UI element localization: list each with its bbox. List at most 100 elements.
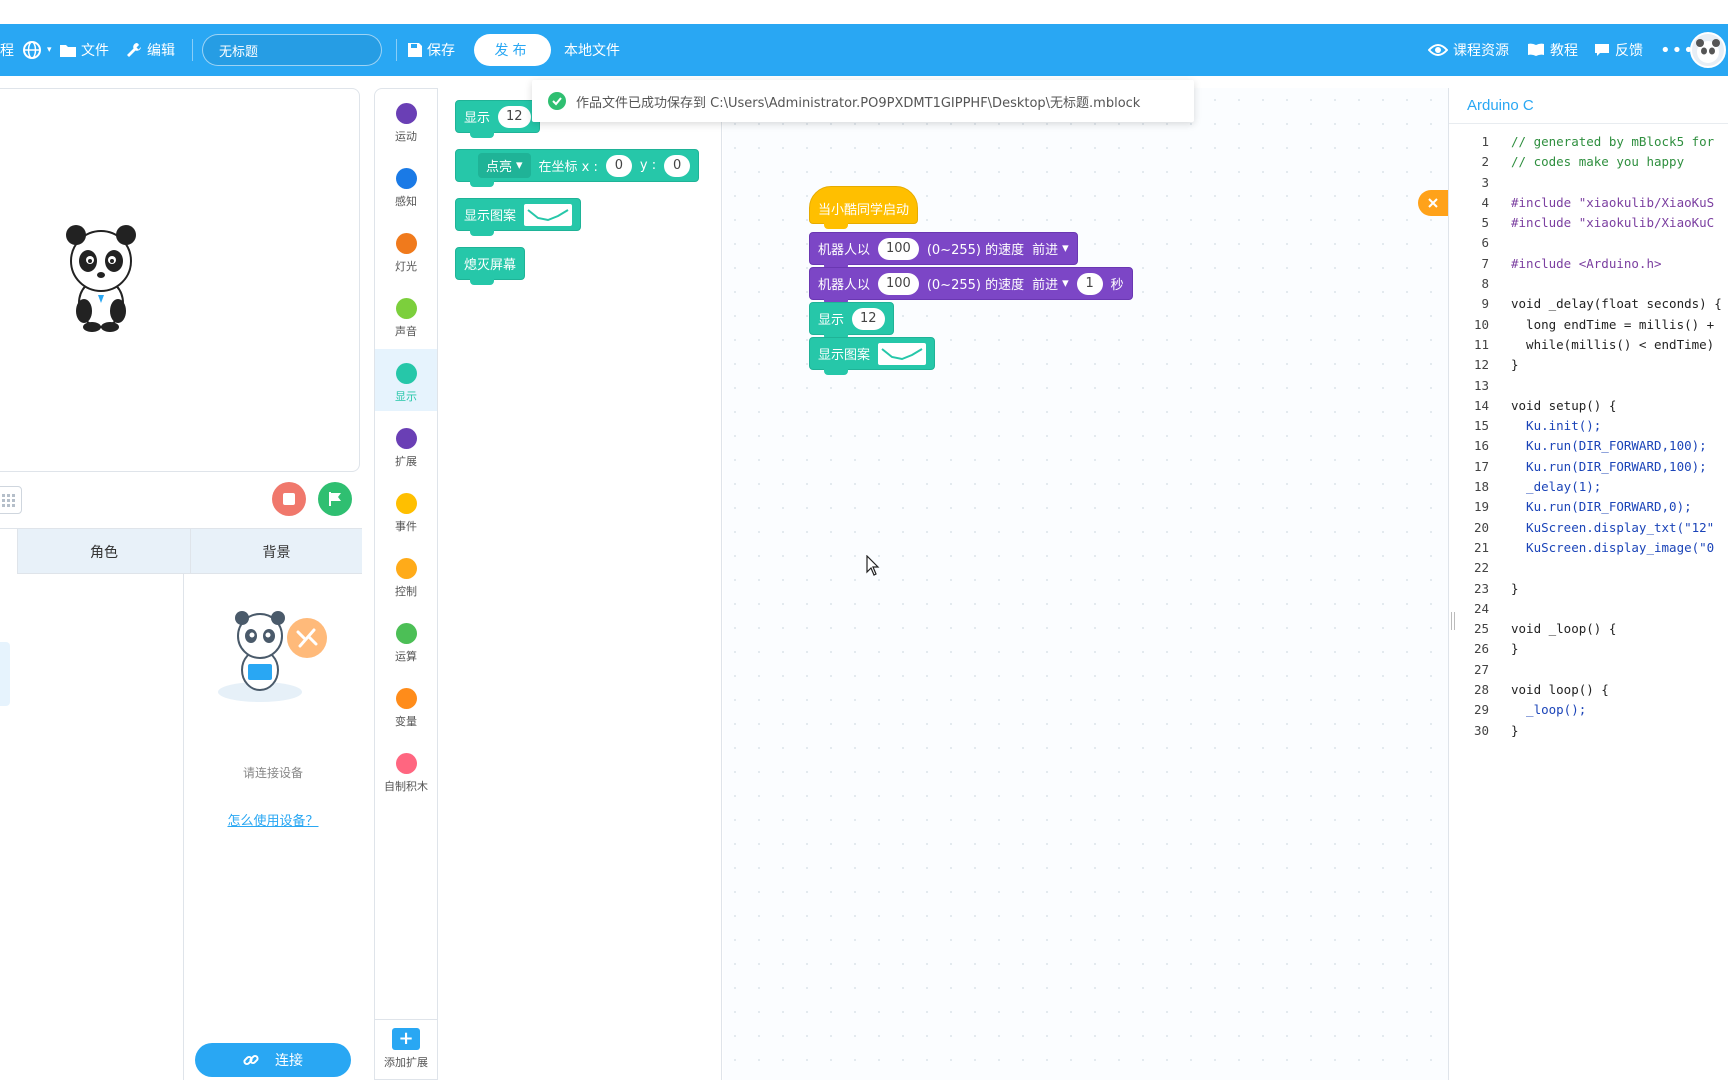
hat-block-when-start[interactable]: 当小酷同学启动 [809, 186, 919, 229]
light-dropdown[interactable]: 点亮 ▾ [478, 153, 531, 178]
code-line[interactable]: 6 [1449, 233, 1728, 253]
edit-menu[interactable]: 编辑 [126, 24, 175, 76]
code-line[interactable]: 22 [1449, 558, 1728, 578]
code-text: _loop(); [1511, 702, 1587, 718]
block-show-text[interactable]: 显示 12 [809, 302, 894, 340]
howto-device-link[interactable]: 怎么使用设备？ [184, 810, 362, 829]
tutorial-button[interactable]: 教程 [1527, 24, 1578, 76]
palette-block-light-pixel[interactable]: 点亮 ▾ 在坐标 x : 0 y : 0 [455, 149, 700, 187]
text-input[interactable]: 12 [852, 307, 885, 330]
code-line[interactable]: 28 void loop() { [1449, 680, 1728, 700]
code-line[interactable]: 12} [1449, 355, 1728, 375]
local-file-button[interactable]: 本地文件 [564, 24, 620, 76]
code-line[interactable]: 14 void setup() { [1449, 396, 1728, 416]
code-line[interactable]: 1 // generated by mBlock5 for [1449, 132, 1728, 152]
code-line[interactable]: 2 // codes make you happy [1449, 152, 1728, 172]
category-sensing[interactable]: 感知 [375, 154, 437, 216]
category-variables[interactable]: 变量 [375, 674, 437, 736]
stage-canvas[interactable] [0, 88, 360, 472]
code-line[interactable]: 18 _delay(1); [1449, 477, 1728, 497]
code-language-title[interactable]: Arduino C [1449, 88, 1728, 124]
close-code-panel-button[interactable] [1418, 190, 1448, 216]
code-line[interactable]: 30} [1449, 721, 1728, 741]
code-line[interactable]: 3 [1449, 173, 1728, 193]
category-dot [395, 688, 417, 709]
stage-layout-button[interactable] [0, 486, 22, 514]
block-input[interactable]: 12 [498, 105, 531, 128]
palette-block-clear-screen[interactable]: 熄灭屏幕 [455, 247, 526, 285]
course-resources-button[interactable]: 课程资源 [1428, 24, 1509, 76]
code-line[interactable]: 10 long endTime = millis() + [1449, 315, 1728, 335]
code-text: } [1511, 722, 1519, 738]
category-my-blocks[interactable]: 自制积木 [375, 739, 437, 801]
add-extension-button[interactable]: + 添加扩展 [375, 1019, 437, 1080]
menu-cut-item[interactable]: 程 [0, 24, 14, 76]
code-line[interactable]: 20 KuScreen.display_txt("12" [1449, 518, 1728, 538]
direction-dropdown[interactable]: 前进 ▾ [1032, 274, 1069, 293]
code-line[interactable]: 23} [1449, 579, 1728, 599]
tab-sprite[interactable]: 角色 [18, 529, 190, 574]
publish-button[interactable]: 发布 [474, 34, 551, 66]
code-editor[interactable]: 1 // generated by mBlock5 for 2 // codes ma… [1449, 132, 1728, 741]
user-avatar[interactable] [1690, 32, 1726, 68]
code-line[interactable]: 19 Ku.run(DIR_FORWARD,0); [1449, 497, 1728, 517]
code-line[interactable]: 9 void _delay(float seconds) { [1449, 294, 1728, 314]
category-control[interactable]: 控制 [375, 544, 437, 606]
duration-input[interactable]: 1 [1076, 272, 1103, 295]
code-line[interactable]: 7 #include <Arduino.h> [1449, 254, 1728, 274]
palette-block-show-text[interactable]: 显示 12 [455, 100, 540, 138]
code-line[interactable]: 21 KuScreen.display_image("0 [1449, 538, 1728, 558]
category-light[interactable]: 灯光 [375, 219, 437, 281]
save-icon [408, 43, 422, 57]
file-menu[interactable]: 文件 [60, 24, 109, 76]
language-menu[interactable]: ▾ [22, 24, 52, 76]
code-line[interactable]: 24 [1449, 599, 1728, 619]
category-extension[interactable]: 扩展 [375, 414, 437, 476]
category-operators[interactable]: 运算 [375, 609, 437, 671]
palette-block-show-pattern[interactable]: 显示图案 [455, 198, 582, 236]
code-line[interactable]: 16 Ku.run(DIR_FORWARD,100); [1449, 436, 1728, 456]
category-sound[interactable]: 声音 [375, 284, 437, 346]
tab-background[interactable]: 背景 [191, 529, 362, 574]
menu-cut-label: 程 [0, 43, 14, 59]
block-robot-move-timed[interactable]: 机器人以 100 (0~255) 的速度 前进 ▾ 1 秒 [809, 267, 1133, 305]
direction-dropdown[interactable]: 前进 ▾ [1032, 239, 1069, 258]
tutorial-label: 教程 [1550, 43, 1578, 59]
speed-input[interactable]: 100 [878, 272, 919, 295]
code-line[interactable]: 11 while(millis() < endTime) [1449, 335, 1728, 355]
feedback-button[interactable]: 反馈 [1594, 24, 1643, 76]
device-list-item[interactable] [0, 642, 10, 706]
speed-input[interactable]: 100 [878, 237, 919, 260]
panda-sprite[interactable] [62, 223, 140, 333]
code-line[interactable]: 27 [1449, 660, 1728, 680]
panel-resize-handle[interactable] [1451, 612, 1455, 630]
line-number: 3 [1481, 174, 1489, 190]
script-workspace[interactable]: 当小酷同学启动 机器人以 100 (0~255) 的速度 前进 ▾ 机器人以 10… [723, 88, 1448, 1080]
x-input[interactable]: 0 [605, 154, 632, 177]
code-line[interactable]: 29 _loop(); [1449, 700, 1728, 720]
save-button[interactable]: 保存 [408, 24, 455, 76]
code-line[interactable]: 25 void _loop() { [1449, 619, 1728, 639]
code-line[interactable]: 4 #include "xiaokulib/XiaoKuS [1449, 193, 1728, 213]
connect-hint: 请连接设备 [242, 766, 303, 780]
category-motion[interactable]: 运动 [375, 89, 437, 151]
category-events[interactable]: 事件 [375, 479, 437, 541]
block-robot-move[interactable]: 机器人以 100 (0~255) 的速度 前进 ▾ [809, 232, 1078, 270]
tab-devices[interactable] [0, 529, 18, 575]
flag-icon [329, 492, 341, 506]
connect-button[interactable]: 连接 [195, 1043, 351, 1077]
code-line[interactable]: 15 Ku.init(); [1449, 416, 1728, 436]
category-display[interactable]: 显示 [375, 349, 437, 411]
code-line[interactable]: 5 #include "xiaokulib/XiaoKuC [1449, 213, 1728, 233]
project-title-input[interactable] [202, 34, 382, 66]
green-flag-button[interactable] [318, 482, 352, 516]
stop-button[interactable] [272, 482, 306, 516]
pattern-thumbnail[interactable] [524, 203, 573, 226]
code-line[interactable]: 8 [1449, 274, 1728, 294]
pattern-thumbnail[interactable] [878, 342, 927, 365]
block-show-pattern[interactable]: 显示图案 [809, 337, 936, 375]
code-line[interactable]: 26} [1449, 639, 1728, 659]
code-line[interactable]: 13 [1449, 376, 1728, 396]
y-input[interactable]: 0 [664, 154, 691, 177]
code-line[interactable]: 17 Ku.run(DIR_FORWARD,100); [1449, 457, 1728, 477]
